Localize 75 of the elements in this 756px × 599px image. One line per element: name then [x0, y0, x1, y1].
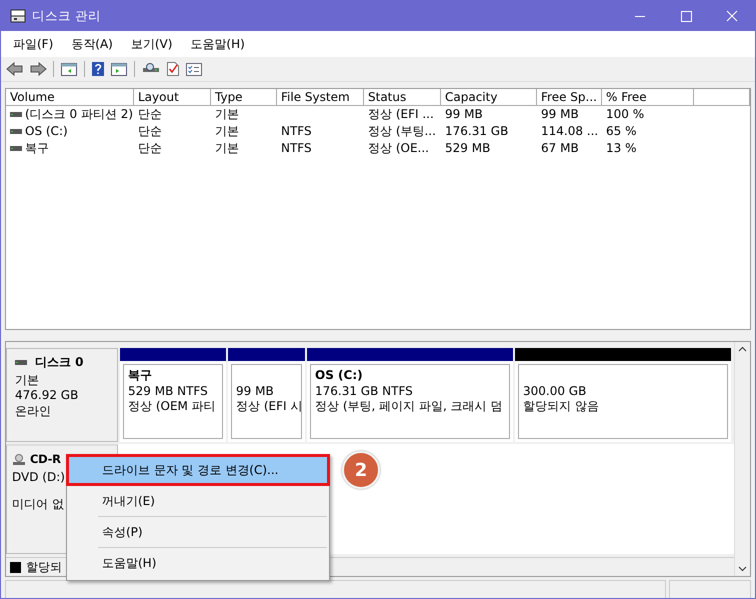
partition-status: 할당되지 않음 [523, 399, 600, 414]
drive-icon [10, 112, 22, 118]
disk-drive-icon [10, 9, 26, 23]
disk-name: 디스크 0 [35, 355, 84, 370]
back-icon[interactable] [6, 61, 24, 77]
table-cell: OS (C:) [25, 123, 68, 140]
partition-name: 복구 [128, 368, 153, 384]
help-icon[interactable] [91, 61, 105, 77]
disk-size: 476.92 GB [15, 388, 80, 404]
table-cell: 99 MB [445, 106, 483, 123]
table-cell: 단순 [138, 106, 162, 123]
table-cell: NTFS [281, 123, 312, 140]
table-cell: 기본 [215, 123, 239, 140]
partition-size: 99 MB [236, 384, 275, 399]
partition[interactable]: 99 MB 정상 (EFI 시 [228, 348, 305, 442]
scrollbar[interactable] [734, 342, 750, 576]
table-cell: 65 % [606, 123, 636, 140]
menu-item[interactable]: 도움말(H) [69, 550, 327, 576]
disk-info-panel[interactable]: 디스크 0 기본 476.92 GB 온라인 [6, 348, 118, 442]
table-cell: 176.31 GB [445, 123, 508, 140]
table-cell: 529 MB [445, 140, 490, 157]
menu-item[interactable]: 도움말(H) [184, 36, 251, 52]
column-header[interactable]: Layout [134, 89, 211, 106]
drive-letter: DVD (D:) [12, 470, 66, 485]
drive-icon [10, 146, 22, 152]
table-cell: NTFS [281, 140, 312, 157]
partition-size: 300.00 GB [523, 384, 588, 399]
partition-status: 정상 (OEM 파티 [128, 399, 217, 414]
partition-status: 정상 (부팅, 페이지 파일, 크래시 덤 [315, 399, 504, 414]
table-cell: 기본 [215, 106, 239, 123]
disk-status: 온라인 [15, 404, 52, 419]
legend-label: 할당되 [26, 558, 62, 576]
checked-document-icon[interactable] [166, 61, 180, 77]
table-cell: 정상 (EFI ... [368, 106, 434, 123]
menu-item[interactable]: 꺼내기(E) [69, 488, 327, 514]
table-cell: 67 MB [541, 140, 579, 157]
disk-name: CD-R [30, 452, 61, 468]
menu-item[interactable]: 파일(F) [7, 36, 60, 52]
forward-icon[interactable] [29, 61, 47, 77]
partition[interactable]: OS (C:) 176.31 GB NTFS 정상 (부팅, 페이지 파일, 크래시 덤 [307, 348, 513, 442]
column-header[interactable]: Capacity [441, 89, 537, 106]
action-pane-icon[interactable] [110, 61, 128, 77]
console-tree-icon[interactable] [60, 61, 78, 77]
menu-item[interactable]: 보기(V) [124, 36, 178, 52]
window-title: 디스크 관리 [32, 8, 101, 24]
column-header[interactable]: Type [211, 89, 277, 106]
unallocated-partition[interactable]: 300.00 GB 할당되지 않음 [515, 348, 731, 442]
table-cell: 정상 (OE... [368, 140, 429, 157]
table-cell: 복구 [25, 140, 49, 157]
table-cell: (디스크 0 파티션 2) [25, 106, 134, 123]
menu-item[interactable]: 속성(P) [69, 519, 327, 545]
cd-drive-icon [12, 454, 26, 466]
column-header[interactable]: Volume [6, 89, 134, 106]
partition-size: 176.31 GB NTFS [315, 384, 414, 399]
table-cell: 99 MB [541, 106, 579, 123]
column-header[interactable]: File System [277, 89, 364, 106]
drive-icon [10, 128, 22, 134]
disk-type: 기본 [15, 372, 40, 388]
table-cell: 단순 [138, 123, 162, 140]
table-cell: 기본 [215, 140, 239, 157]
table-cell: 100 % [606, 106, 644, 123]
column-header[interactable]: % Free [602, 89, 694, 106]
drive-icon [15, 360, 27, 366]
partition-size: 529 MB NTFS [128, 384, 209, 399]
column-header[interactable]: Free Sp... [537, 89, 602, 106]
partition[interactable]: 복구 529 MB NTFS 정상 (OEM 파티 [120, 348, 226, 442]
menu-item[interactable]: 동작(A) [65, 36, 119, 52]
table-cell: 정상 (부팅... [368, 123, 436, 140]
table-cell: 114.08 ... [541, 123, 598, 140]
table-cell: 13 % [606, 140, 636, 157]
partition-name: OS (C:) [315, 368, 364, 384]
checklist-icon[interactable] [185, 61, 203, 77]
table-cell: 단순 [138, 140, 162, 157]
column-header[interactable]: Status [364, 89, 441, 106]
menu-item[interactable]: 드라이브 문자 및 경로 변경(C)... [69, 457, 327, 483]
